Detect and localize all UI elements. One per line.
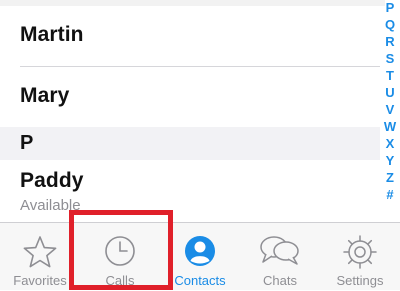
star-icon [23, 236, 57, 268]
index-letter-x[interactable]: X [380, 136, 400, 152]
clock-icon [105, 236, 135, 266]
contact-status: Available [20, 197, 81, 214]
contact-row-paddy[interactable]: Paddy Available [0, 160, 380, 220]
contact-name: Martin [20, 23, 84, 46]
person-icon [185, 236, 215, 266]
tab-settings[interactable]: Settings [320, 223, 400, 291]
index-letter-u[interactable]: U [380, 85, 400, 101]
section-header-p: P [0, 127, 380, 160]
index-letter-p[interactable]: P [380, 0, 400, 16]
speech-bubbles-icon [260, 236, 299, 265]
contact-name: Paddy [20, 169, 84, 192]
index-letter-hash[interactable]: # [380, 187, 400, 203]
gear-icon [343, 235, 377, 269]
index-letter-t[interactable]: T [380, 68, 400, 84]
tab-label: Calls [105, 273, 135, 288]
tab-chats[interactable]: Chats [240, 223, 320, 291]
contact-name: Mary [20, 84, 70, 107]
index-letter-v[interactable]: V [380, 102, 400, 118]
tab-contacts[interactable]: Contacts [160, 223, 240, 291]
tab-label: Chats [263, 273, 297, 288]
index-letter-q[interactable]: Q [380, 17, 400, 33]
tab-label: Settings [336, 273, 384, 288]
index-letter-s[interactable]: S [380, 51, 400, 67]
index-letter-w[interactable]: W [380, 119, 400, 135]
tab-favorites[interactable]: Favorites [0, 223, 80, 291]
tab-label: Contacts [174, 273, 226, 288]
index-letter-y[interactable]: Y [380, 153, 400, 169]
tab-label: Favorites [13, 273, 67, 288]
index-letter-z[interactable]: Z [380, 170, 400, 186]
contact-row-martin[interactable]: Martin [0, 6, 380, 66]
alphabet-index[interactable]: P Q R S T U V W X Y Z # [380, 0, 400, 222]
section-header-label: P [20, 132, 34, 154]
tab-calls[interactable]: Calls [80, 223, 160, 291]
tab-bar: Favorites Calls Contacts Chats Settings [0, 222, 400, 290]
contact-row-mary[interactable]: Mary [0, 67, 380, 127]
index-letter-r[interactable]: R [380, 34, 400, 50]
